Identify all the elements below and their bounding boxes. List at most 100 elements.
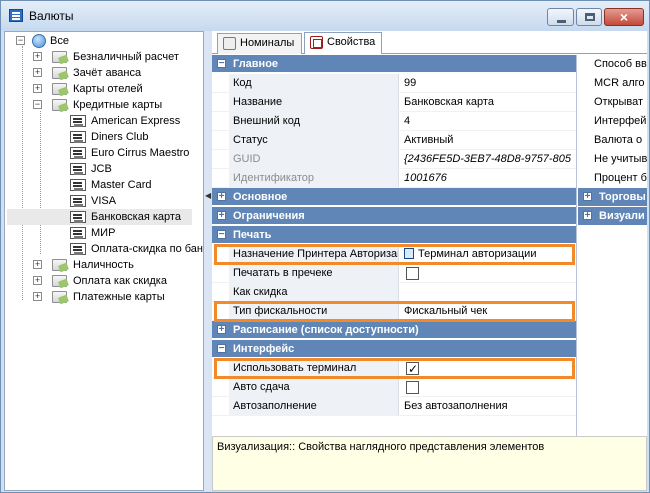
property-value[interactable]: [400, 283, 576, 301]
tree-item-card[interactable]: Euro Cirrus Maestro: [7, 145, 197, 161]
tree-item-label: Платежные карты: [73, 291, 165, 303]
expand-icon[interactable]: +: [217, 211, 226, 221]
expand-icon[interactable]: +: [33, 52, 42, 61]
tab-nominals[interactable]: Номиналы: [217, 33, 302, 54]
collapse-icon[interactable]: −: [217, 230, 226, 240]
property-printer-purpose[interactable]: Назначение Принтера Авторизации Терминал …: [212, 245, 576, 264]
property-value[interactable]: Банковская карта: [400, 93, 576, 111]
tab-properties[interactable]: Свойства: [304, 32, 382, 54]
terminal-icon: [404, 248, 414, 259]
checkbox[interactable]: [406, 267, 419, 280]
folder-icon: [52, 83, 67, 95]
collapse-icon[interactable]: −: [217, 59, 226, 69]
tab-label: Номиналы: [240, 37, 295, 49]
card-icon: [70, 211, 86, 223]
tree-item-card[interactable]: American Express: [7, 113, 197, 129]
property-print-prereceipt[interactable]: Печатать в пречеке: [212, 264, 576, 283]
property-value[interactable]: 4: [400, 112, 576, 130]
expand-icon[interactable]: +: [33, 276, 42, 285]
section-schedule[interactable]: + Расписание (список доступности): [212, 321, 576, 339]
property-value[interactable]: 99: [400, 74, 576, 92]
tree-item-label: Кредитные карты: [73, 99, 163, 111]
property-value[interactable]: Фискальный чек: [400, 302, 576, 320]
secondary-property[interactable]: Не учитыв: [594, 150, 647, 169]
property-auto-change[interactable]: Авто сдача: [212, 378, 576, 397]
property-external-code[interactable]: Внешний код 4: [212, 112, 576, 131]
property-grid[interactable]: − Главное Код 99 Название Банковская карта …: [212, 55, 577, 448]
property-code[interactable]: Код 99: [212, 74, 576, 93]
maximize-icon: [585, 13, 595, 21]
tree-item-payment-cards[interactable]: + Платежные карты: [7, 289, 197, 305]
tree-item-card[interactable]: МИР: [7, 225, 197, 241]
collapse-icon[interactable]: −: [217, 344, 226, 354]
property-name: Код: [229, 74, 399, 92]
collapse-icon[interactable]: −: [33, 100, 42, 109]
property-id[interactable]: Идентификатор 1001676: [212, 169, 576, 188]
expand-icon[interactable]: +: [217, 325, 226, 335]
checkbox[interactable]: [406, 381, 419, 394]
folder-icon: [52, 259, 67, 271]
folder-icon: [52, 67, 67, 79]
section-basic[interactable]: + Основное: [212, 188, 576, 206]
expand-icon[interactable]: +: [583, 192, 592, 202]
tree-item-discount-payment[interactable]: + Оплата как скидка: [7, 273, 197, 289]
property-fiscal-type[interactable]: Тип фискальности Фискальный чек: [212, 302, 576, 321]
tree-item-card[interactable]: JCB: [7, 161, 197, 177]
expand-icon[interactable]: +: [33, 292, 42, 301]
section-interface[interactable]: − Интерфейс: [212, 340, 576, 358]
secondary-property[interactable]: Процент б: [594, 169, 647, 188]
tree-item-label: МИР: [91, 227, 116, 239]
secondary-property[interactable]: Интерфей: [594, 112, 646, 131]
checkbox-checked[interactable]: ✓: [406, 362, 419, 376]
close-button[interactable]: ×: [604, 8, 644, 26]
title-bar[interactable]: Валюты ×: [1, 1, 649, 31]
tree-item-advance[interactable]: + Зачёт аванса: [7, 65, 197, 81]
collapse-left-icon[interactable]: ◀: [205, 191, 211, 200]
section-main[interactable]: − Главное: [212, 55, 576, 73]
section-limits[interactable]: + Ограничения: [212, 207, 576, 225]
tree-item-bank-card-selected[interactable]: Банковская карта: [7, 209, 192, 225]
tree-item-card[interactable]: VISA: [7, 193, 197, 209]
currency-tree[interactable]: − Все + Безналичный расчет + Зачёт аванс…: [4, 31, 204, 491]
property-status[interactable]: Статус Активный: [212, 131, 576, 150]
tree-item-label: Master Card: [91, 179, 152, 191]
tree-item-card[interactable]: Master Card: [7, 177, 197, 193]
panel-splitter[interactable]: ◀: [204, 31, 212, 491]
property-title[interactable]: Название Банковская карта: [212, 93, 576, 112]
tree-item-root[interactable]: − Все: [7, 33, 197, 49]
expand-icon[interactable]: +: [217, 192, 226, 202]
expand-icon[interactable]: +: [583, 211, 592, 221]
secondary-property[interactable]: MCR алго: [594, 74, 645, 93]
property-as-discount[interactable]: Как скидка: [212, 283, 576, 302]
property-name: Авто сдача: [229, 378, 399, 396]
property-value[interactable]: Терминал авторизации: [400, 245, 576, 263]
property-autofill[interactable]: Автозаполнение Без автозаполнения: [212, 397, 576, 416]
tree-item-cash[interactable]: + Наличность: [7, 257, 197, 273]
secondary-section-trade[interactable]: + Торговы: [578, 188, 647, 206]
tree-item-label: VISA: [91, 195, 117, 207]
tree-item-credit-cards[interactable]: − Кредитные карты: [7, 97, 197, 113]
section-print[interactable]: − Печать: [212, 226, 576, 244]
tree-item-card[interactable]: Diners Club: [7, 129, 197, 145]
tree-item-card[interactable]: Оплата-скидка по бан: [7, 241, 203, 257]
tree-item-label: Банковская карта: [91, 211, 181, 223]
tree-item-cashless[interactable]: + Безналичный расчет: [7, 49, 197, 65]
secondary-property-grid[interactable]: Способ вв MCR алго Открыват Интерфей Вал…: [578, 55, 647, 448]
property-use-terminal[interactable]: Использовать терминал ✓: [212, 359, 576, 378]
tree-item-label: Euro Cirrus Maestro: [91, 147, 190, 159]
secondary-property[interactable]: Открыват: [594, 93, 643, 112]
minimize-button[interactable]: [547, 8, 574, 26]
collapse-icon[interactable]: −: [16, 36, 25, 45]
secondary-section-visual[interactable]: + Визуали: [578, 207, 647, 225]
expand-icon[interactable]: +: [33, 84, 42, 93]
secondary-property[interactable]: Валюта о: [594, 131, 642, 150]
expand-icon[interactable]: +: [33, 68, 42, 77]
property-value[interactable]: Активный: [400, 131, 576, 149]
tree-item-hotel-cards[interactable]: + Карты отелей: [7, 81, 197, 97]
secondary-property[interactable]: Способ вв: [594, 55, 647, 74]
folder-icon: [52, 275, 67, 287]
maximize-button[interactable]: [576, 8, 602, 26]
property-guid[interactable]: GUID {2436FE5D-3EB7-48D8-9757-805: [212, 150, 576, 169]
property-value[interactable]: Без автозаполнения: [400, 397, 576, 415]
expand-icon[interactable]: +: [33, 260, 42, 269]
